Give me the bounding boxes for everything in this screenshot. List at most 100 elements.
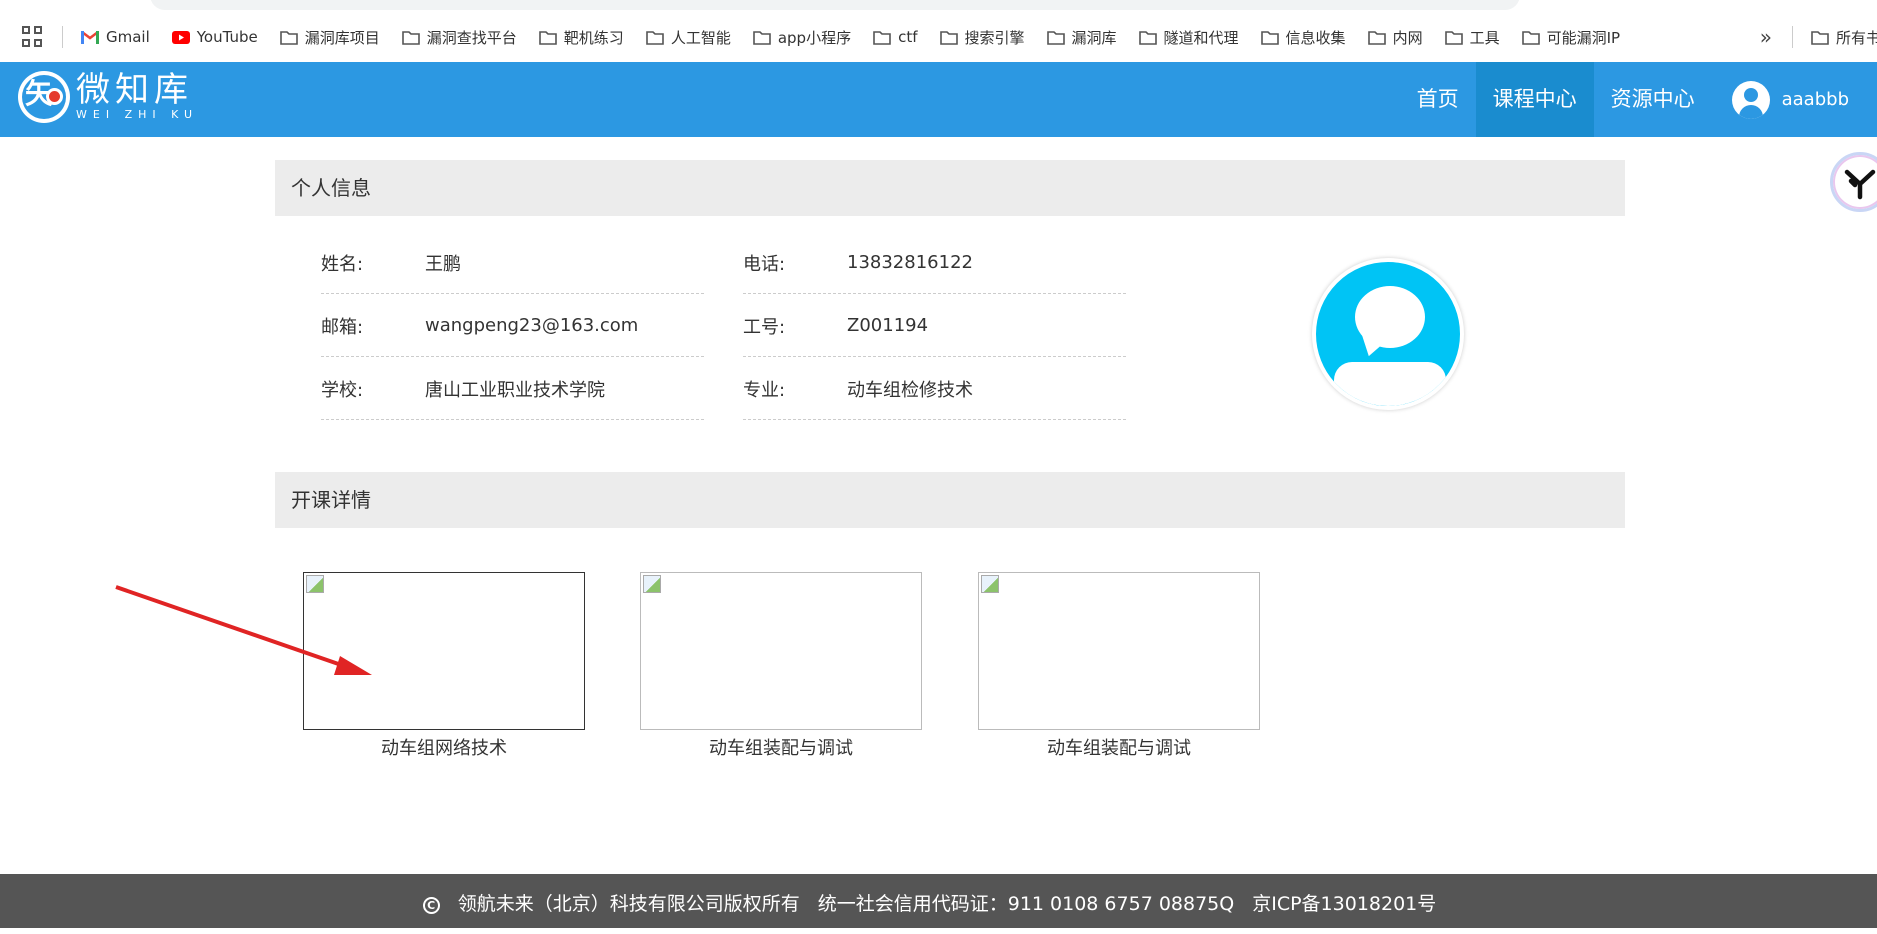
nav-course-center[interactable]: 课程中心	[1475, 62, 1594, 137]
all-bookmarks-button[interactable]: 所有书签	[1811, 27, 1877, 48]
phone-label: 电话:	[743, 253, 786, 275]
bookmark-folder[interactable]: 人工智能	[646, 27, 731, 48]
footer-icp[interactable]: 京ICP备13018201号	[1252, 893, 1436, 915]
logo-subtitle: WEI ZHI KU	[76, 108, 199, 121]
folder-icon	[1367, 30, 1386, 45]
user-avatar-icon	[1731, 80, 1770, 119]
annotation-arrow-icon	[115, 585, 372, 675]
nav-resource-center[interactable]: 资源中心	[1594, 62, 1712, 137]
bookmark-label: YouTube	[196, 28, 258, 46]
bookmark-folder[interactable]: 漏洞库项目	[279, 27, 380, 48]
course-thumbnail[interactable]	[303, 572, 585, 730]
profile-section-title: 个人信息	[275, 160, 1625, 216]
bookmark-gmail[interactable]: Gmail	[81, 28, 150, 46]
bookmark-folder[interactable]: 隧道和代理	[1138, 27, 1239, 48]
bookmark-folder[interactable]: 工具	[1444, 27, 1500, 48]
email-value: wangpeng23@163.com	[425, 315, 639, 336]
bookmark-label: 信息收集	[1285, 28, 1346, 47]
school-value: 唐山工业职业技术学院	[425, 379, 605, 401]
username: aaabbb	[1781, 89, 1849, 110]
site-footer: C 领航未来（北京）科技有限公司版权所有 统一社会信用代码证：911 0108 67…	[0, 874, 1877, 928]
bookmarks-overflow-button[interactable]: »	[1760, 25, 1772, 49]
email-label: 邮箱:	[321, 316, 364, 338]
bookmark-folder[interactable]: 内网	[1367, 27, 1423, 48]
bookmark-folder[interactable]: app小程序	[753, 27, 851, 48]
bookmark-label: 漏洞查找平台	[426, 28, 517, 47]
logo-mark-icon: 矢	[18, 71, 70, 123]
bookmark-folder[interactable]: 漏洞库	[1046, 27, 1117, 48]
bookmark-label: 内网	[1392, 28, 1423, 47]
bookmarks-divider	[1792, 26, 1793, 48]
bookmark-youtube[interactable]: YouTube	[171, 28, 258, 46]
major-label: 专业:	[743, 379, 786, 401]
course-thumbnail[interactable]	[640, 572, 922, 730]
name-value: 王鹏	[425, 253, 461, 275]
bookmark-label: Gmail	[106, 28, 150, 46]
course-card[interactable]: 动车组装配与调试	[978, 572, 1260, 760]
gmail-icon	[81, 31, 99, 44]
main-nav: 首页 课程中心 资源中心 aaabbb	[1400, 62, 1877, 137]
school-label: 学校:	[321, 379, 364, 401]
major-value: 动车组检修技术	[847, 379, 973, 401]
name-label: 姓名:	[321, 253, 364, 275]
nav-home[interactable]: 首页	[1400, 62, 1476, 137]
folder-icon	[401, 30, 420, 45]
profile-row-employee-id: 工号: Z001194	[743, 295, 1126, 357]
profile-avatar-icon	[1312, 258, 1464, 410]
bookmark-label: 漏洞库	[1071, 28, 1117, 47]
all-bookmarks-label: 所有书签	[1836, 28, 1877, 47]
profile-row-name: 姓名: 王鹏	[321, 232, 704, 294]
bookmark-label: 隧道和代理	[1163, 28, 1239, 47]
floating-assistant-button[interactable]	[1830, 152, 1877, 212]
folder-icon	[279, 30, 298, 45]
bookmark-label: ctf	[898, 28, 918, 46]
bookmark-label: app小程序	[777, 28, 852, 47]
bookmark-label: 工具	[1469, 28, 1500, 47]
bookmarks-divider	[62, 26, 63, 48]
folder-icon	[1046, 30, 1065, 45]
bookmark-label: 靶机练习	[563, 28, 624, 47]
folder-icon	[1260, 30, 1279, 45]
broken-image-icon	[306, 575, 324, 593]
course-thumbnail[interactable]	[978, 572, 1260, 730]
bookmark-folder[interactable]: 信息收集	[1260, 27, 1346, 48]
course-title[interactable]: 动车组装配与调试	[978, 734, 1260, 760]
employee-id-value: Z001194	[847, 315, 929, 336]
course-card[interactable]: 动车组装配与调试	[640, 572, 922, 760]
bookmark-folder[interactable]: 可能漏洞IP	[1521, 27, 1620, 48]
bookmark-label: 搜索引擎	[964, 28, 1025, 47]
broken-image-icon	[643, 575, 661, 593]
course-title[interactable]: 动车组网络技术	[303, 734, 585, 760]
folder-icon	[1521, 30, 1540, 45]
profile-row-major: 专业: 动车组检修技术	[743, 358, 1126, 420]
course-title[interactable]: 动车组装配与调试	[640, 734, 922, 760]
youtube-icon	[171, 30, 190, 44]
folder-icon	[753, 30, 771, 45]
copyright-icon: C	[422, 897, 440, 914]
logo-title: 微知库	[76, 70, 193, 110]
folder-icon	[873, 30, 891, 45]
bookmark-folder[interactable]: 漏洞查找平台	[401, 27, 517, 48]
bookmarks-bar: Gmail YouTube 漏洞库项目 漏洞查找平台 靶机练习 人工智能 app…	[0, 12, 1877, 62]
address-bar[interactable]	[150, 0, 1520, 10]
bookmark-folder[interactable]: 靶机练习	[538, 27, 624, 48]
site-logo[interactable]: 矢 微知库 WEI ZHI KU	[18, 71, 198, 123]
assistant-icon	[1842, 164, 1877, 200]
profile-row-school: 学校: 唐山工业职业技术学院	[321, 358, 704, 420]
bookmark-label: 人工智能	[670, 28, 731, 47]
broken-image-icon	[981, 575, 999, 593]
course-card[interactable]: 动车组网络技术	[303, 572, 585, 760]
footer-copyright: 领航未来（北京）科技有限公司版权所有	[457, 893, 800, 915]
courses-section-title: 开课详情	[275, 472, 1625, 528]
profile-row-phone: 电话: 13832816122	[743, 232, 1126, 294]
folder-icon	[939, 30, 958, 45]
user-menu[interactable]: aaabbb	[1731, 80, 1849, 119]
bookmark-folder[interactable]: ctf	[873, 28, 918, 46]
browser-tab-strip	[0, 0, 1877, 12]
bookmark-label: 漏洞库项目	[304, 28, 380, 47]
site-header: 矢 微知库 WEI ZHI KU 首页 课程中心 资源中心 aaabbb	[0, 62, 1877, 137]
bookmark-folder[interactable]: 搜索引擎	[939, 27, 1025, 48]
profile-row-email: 邮箱: wangpeng23@163.com	[321, 295, 704, 357]
apps-grid-icon[interactable]	[22, 26, 44, 48]
employee-id-label: 工号:	[743, 316, 786, 338]
